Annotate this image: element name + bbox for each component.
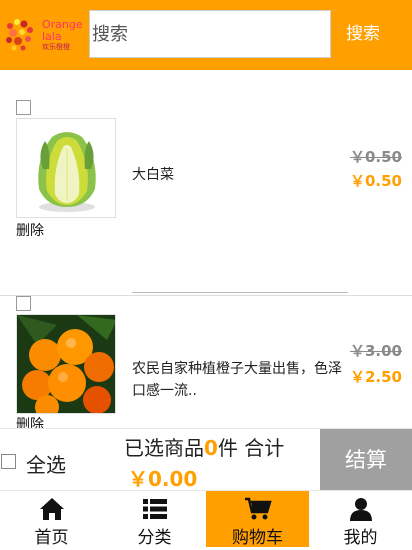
search-button[interactable]: 搜索: [331, 10, 395, 58]
selected-summary: 已选商品0件 合计: [124, 432, 284, 461]
logo-line-2: lala: [42, 30, 62, 43]
nav-label-home: 首页: [34, 528, 69, 548]
delete-link[interactable]: 删除: [16, 220, 44, 240]
product-image-cabbage[interactable]: [16, 118, 116, 218]
item-checkbox[interactable]: [16, 296, 31, 311]
selected-count: 0: [204, 436, 218, 460]
nav-item-home[interactable]: 首页: [0, 491, 103, 548]
nav-item-cart[interactable]: 购物车: [206, 491, 309, 548]
logo-line-3: 欢乐橙橙: [42, 43, 70, 51]
search-input[interactable]: [89, 10, 331, 58]
product-image-oranges[interactable]: [16, 314, 116, 414]
current-price: ￥2.50: [349, 368, 402, 386]
selected-suffix: 件 合计: [217, 436, 285, 460]
original-price: ￥0.50: [349, 148, 402, 166]
product-name: 农民自家种植橙子大量出售，色泽口感一流..: [132, 361, 342, 399]
select-all-label[interactable]: 全选: [26, 449, 66, 478]
logo-line-1: Orange: [42, 18, 83, 31]
brand-logo[interactable]: Orange lala 欢乐橙橙: [2, 10, 86, 58]
total-price: ￥0.00: [128, 467, 198, 491]
delete-link[interactable]: 删除: [16, 414, 44, 428]
original-price: ￥3.00: [349, 342, 402, 360]
logo-dots-icon: [6, 19, 33, 51]
bottom-nav: 首页 分类 购物车 我的: [0, 490, 412, 550]
nav-label-cart: 购物车: [232, 528, 283, 548]
home-icon: [39, 497, 65, 525]
cabbage-image: [17, 119, 115, 217]
cart-item: 农民自家种植橙子大量出售，色泽口感一流.. ￥3.00 ￥2.50 删除: [0, 296, 412, 428]
product-name: 大白菜: [132, 167, 174, 183]
logo-text: Orange lala 欢乐橙橙: [42, 19, 83, 51]
nav-label-mine: 我的: [343, 528, 378, 548]
nav-item-mine[interactable]: 我的: [309, 491, 412, 548]
app-root: Orange lala 欢乐橙橙 搜索 搜索 大白菜 ￥0.50 ￥0.50 删…: [0, 0, 412, 550]
oranges-image: [17, 315, 115, 413]
cart-icon: [244, 497, 272, 525]
selected-prefix: 已选商品: [124, 436, 204, 460]
cart-item: 大白菜 ￥0.50 ￥0.50 删除: [0, 100, 412, 296]
current-price: ￥0.50: [349, 172, 402, 190]
list-icon: [142, 497, 168, 525]
header-bar: Orange lala 欢乐橙橙 搜索: [0, 0, 412, 70]
nav-label-category: 分类: [137, 528, 172, 548]
item-divider-short: [132, 292, 348, 293]
select-all-checkbox[interactable]: [1, 454, 16, 469]
user-icon: [348, 497, 374, 525]
item-checkbox[interactable]: [16, 100, 31, 115]
cart-summary-bar: 全选 已选商品0件 合计 ￥0.00 结算: [0, 428, 412, 491]
cart-list: 大白菜 ￥0.50 ￥0.50 删除 农民自家种植橙子大量出售，色泽口感一流..…: [0, 70, 412, 428]
nav-item-category[interactable]: 分类: [103, 491, 206, 548]
checkout-button[interactable]: 结算: [320, 429, 412, 491]
